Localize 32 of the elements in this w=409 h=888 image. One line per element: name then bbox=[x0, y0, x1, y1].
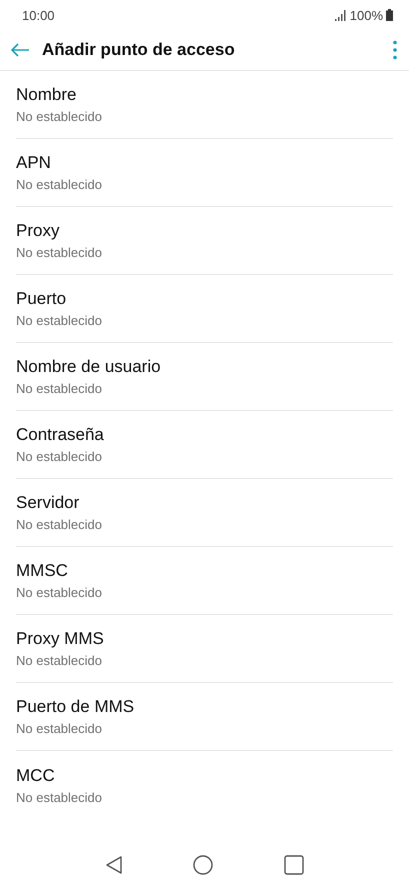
home-nav-icon[interactable] bbox=[193, 855, 214, 875]
setting-value: No establecido bbox=[16, 720, 102, 738]
setting-value: No establecido bbox=[16, 516, 102, 534]
screen-title: Añadir punto de acceso bbox=[42, 40, 236, 60]
setting-label[interactable]: MMSC bbox=[16, 560, 68, 582]
setting-label[interactable]: Nombre bbox=[16, 84, 76, 106]
setting-value: No establecido bbox=[16, 789, 102, 807]
battery-icon bbox=[386, 9, 393, 21]
setting-value: No establecido bbox=[16, 652, 102, 670]
recents-nav-icon[interactable] bbox=[284, 855, 304, 875]
setting-label[interactable]: APN bbox=[16, 152, 51, 174]
setting-label[interactable]: Puerto de MMS bbox=[16, 696, 134, 718]
setting-value: No establecido bbox=[16, 176, 102, 194]
status-time: 10:00 bbox=[22, 8, 55, 22]
setting-label[interactable]: Servidor bbox=[16, 492, 80, 514]
setting-value: No establecido bbox=[16, 108, 102, 126]
signal-icon bbox=[334, 10, 347, 20]
setting-value: No establecido bbox=[16, 584, 102, 602]
setting-value: No establecido bbox=[16, 448, 102, 466]
back-nav-icon[interactable] bbox=[105, 855, 124, 875]
setting-label[interactable]: Nombre de usuario bbox=[16, 356, 161, 378]
back-icon[interactable] bbox=[10, 42, 30, 58]
setting-label[interactable]: Puerto bbox=[16, 288, 66, 310]
more-options-icon[interactable] bbox=[393, 40, 397, 60]
battery-level: 100% bbox=[350, 8, 383, 22]
setting-label[interactable]: Proxy bbox=[16, 220, 60, 242]
setting-label[interactable]: Contraseña bbox=[16, 424, 104, 446]
setting-label[interactable]: Proxy MMS bbox=[16, 628, 104, 650]
setting-label[interactable]: MCC bbox=[16, 765, 55, 787]
setting-value: No establecido bbox=[16, 244, 102, 262]
setting-value: No establecido bbox=[16, 312, 102, 330]
setting-value: No establecido bbox=[16, 380, 102, 398]
